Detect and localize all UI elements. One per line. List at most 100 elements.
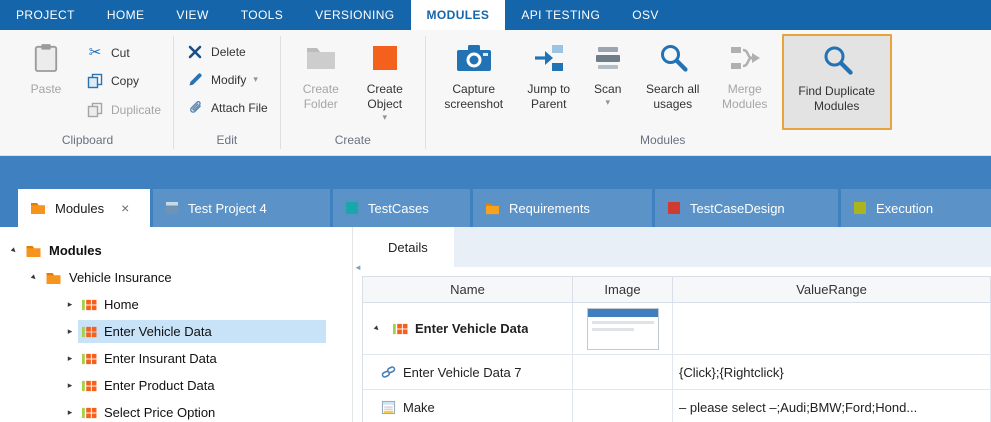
testcasedesign-icon bbox=[667, 201, 681, 215]
tree-item-modules-root[interactable]: ▸ Modules bbox=[0, 237, 352, 264]
row-name: Enter Vehicle Data 7 bbox=[403, 365, 522, 380]
capture-screenshot-label: Capture screenshot bbox=[434, 82, 514, 112]
delete-label: Delete bbox=[211, 45, 246, 59]
column-header-name[interactable]: Name bbox=[363, 277, 573, 303]
menu-osv[interactable]: OSV bbox=[616, 0, 675, 30]
tab-modules[interactable]: Modules × bbox=[18, 189, 150, 227]
expand-arrow-icon[interactable]: ▸ bbox=[62, 353, 78, 364]
find-duplicate-modules-button[interactable]: Find Duplicate Modules bbox=[782, 34, 892, 130]
paste-icon bbox=[33, 38, 59, 78]
modify-icon bbox=[186, 72, 204, 87]
duplicate-label: Duplicate bbox=[111, 103, 161, 117]
tree-item-enter-vehicle-data[interactable]: ▸ Enter Vehicle Data bbox=[0, 318, 352, 345]
tab-testcasedesign[interactable]: TestCaseDesign bbox=[655, 189, 838, 227]
image-cell bbox=[573, 355, 673, 390]
search-all-usages-button[interactable]: Search all usages bbox=[638, 34, 708, 130]
ribbon-group-create: Create Folder Create Object ▾ Create bbox=[281, 30, 425, 155]
menu-project[interactable]: PROJECT bbox=[0, 0, 91, 30]
capture-screenshot-button[interactable]: Capture screenshot bbox=[434, 34, 514, 130]
project-icon bbox=[165, 201, 179, 215]
menu-home[interactable]: HOME bbox=[91, 0, 161, 30]
tree-item-select-price-option[interactable]: ▸ Select Price Option bbox=[0, 399, 352, 422]
module-icon bbox=[81, 379, 97, 393]
tab-details[interactable]: Details bbox=[362, 227, 454, 267]
testcases-icon bbox=[345, 201, 359, 215]
modify-button[interactable]: Modify ▾ bbox=[182, 70, 272, 89]
expand-arrow-icon[interactable]: ▸ bbox=[62, 380, 78, 391]
collapse-panel-icon[interactable]: ◄ bbox=[354, 263, 362, 272]
ribbon-group-clipboard: Paste ✂ Cut Copy bbox=[2, 30, 173, 155]
close-icon[interactable]: × bbox=[121, 200, 129, 216]
row-valuerange: – please select –;Audi;BMW;Ford;Hond... bbox=[679, 400, 917, 415]
module-icon bbox=[81, 406, 97, 420]
workspace-band: Modules × Test Project 4 TestCases Requ bbox=[0, 156, 991, 227]
cut-label: Cut bbox=[111, 46, 130, 60]
duplicate-button[interactable]: Duplicate bbox=[82, 100, 165, 120]
panel-splitter[interactable]: ◄ bbox=[352, 227, 362, 422]
attach-file-icon bbox=[186, 100, 204, 115]
create-object-icon bbox=[370, 38, 400, 78]
tree-item-vehicle-insurance[interactable]: ▸ Vehicle Insurance bbox=[0, 264, 352, 291]
table-row[interactable]: Enter Vehicle Data 7 {Click};{Rightclick… bbox=[363, 355, 991, 390]
table-row[interactable]: ▸ Enter Vehicle Data bbox=[363, 303, 991, 355]
main-content: ▸ Modules ▸ Vehicle Insurance bbox=[0, 227, 991, 422]
expand-arrow-icon[interactable]: ▸ bbox=[4, 241, 23, 260]
camera-icon bbox=[456, 38, 492, 78]
ribbon: Paste ✂ Cut Copy bbox=[0, 30, 991, 156]
expand-arrow-icon[interactable]: ▸ bbox=[367, 319, 386, 338]
paste-button[interactable]: Paste bbox=[10, 34, 82, 130]
column-header-valuerange[interactable]: ValueRange bbox=[673, 277, 991, 303]
create-folder-button[interactable]: Create Folder bbox=[289, 34, 353, 130]
jump-to-parent-button[interactable]: Jump to Parent bbox=[520, 34, 578, 130]
menu-view[interactable]: VIEW bbox=[160, 0, 224, 30]
tab-label: TestCases bbox=[368, 201, 429, 216]
jump-to-parent-label: Jump to Parent bbox=[520, 82, 578, 112]
tab-requirements[interactable]: Requirements bbox=[473, 189, 652, 227]
scan-icon bbox=[593, 38, 623, 78]
valuerange-cell: – please select –;Audi;BMW;Ford;Hond... bbox=[673, 390, 991, 422]
tab-label: Test Project 4 bbox=[188, 201, 267, 216]
merge-modules-icon bbox=[729, 38, 761, 78]
cut-button[interactable]: ✂ Cut bbox=[82, 43, 165, 62]
expand-arrow-icon[interactable]: ▸ bbox=[62, 326, 78, 337]
table-row[interactable]: Make – please select –;Audi;BMW;Ford;Hon… bbox=[363, 390, 991, 422]
tab-execution[interactable]: Execution bbox=[841, 189, 991, 227]
create-object-button[interactable]: Create Object ▾ bbox=[353, 34, 417, 130]
folder-icon bbox=[45, 271, 62, 285]
expand-arrow-icon[interactable]: ▸ bbox=[62, 299, 78, 310]
tab-testcases[interactable]: TestCases bbox=[333, 189, 470, 227]
copy-icon bbox=[86, 73, 104, 89]
menu-modules[interactable]: MODULES bbox=[411, 0, 506, 30]
expand-arrow-icon[interactable]: ▸ bbox=[24, 268, 43, 287]
copy-label: Copy bbox=[111, 74, 139, 88]
image-cell bbox=[573, 303, 673, 355]
module-icon bbox=[81, 298, 97, 312]
modules-tree: ▸ Modules ▸ Vehicle Insurance bbox=[0, 227, 352, 422]
column-header-image[interactable]: Image bbox=[573, 277, 673, 303]
menu-tools[interactable]: TOOLS bbox=[225, 0, 299, 30]
expand-arrow-icon[interactable]: ▸ bbox=[62, 407, 78, 418]
tab-label: TestCaseDesign bbox=[690, 201, 785, 216]
merge-modules-button[interactable]: Merge Modules bbox=[714, 34, 776, 130]
attach-file-button[interactable]: Attach File bbox=[182, 98, 272, 117]
tree-label: Select Price Option bbox=[104, 405, 215, 420]
merge-modules-label: Merge Modules bbox=[714, 82, 776, 112]
tab-label: Modules bbox=[55, 201, 104, 216]
tree-label: Enter Product Data bbox=[104, 378, 215, 393]
search-icon bbox=[657, 38, 689, 78]
tree-label: Vehicle Insurance bbox=[69, 270, 172, 285]
menu-api-testing[interactable]: API TESTING bbox=[505, 0, 616, 30]
tree-item-enter-insurant-data[interactable]: ▸ Enter Insurant Data bbox=[0, 345, 352, 372]
menu-versioning[interactable]: VERSIONING bbox=[299, 0, 410, 30]
modules-group-label: Modules bbox=[426, 130, 900, 154]
tree-item-home[interactable]: ▸ Home bbox=[0, 291, 352, 318]
tree-item-enter-product-data[interactable]: ▸ Enter Product Data bbox=[0, 372, 352, 399]
copy-button[interactable]: Copy bbox=[82, 71, 165, 91]
delete-button[interactable]: Delete bbox=[182, 43, 272, 61]
jump-to-parent-icon bbox=[533, 38, 565, 78]
scan-button[interactable]: Scan ▾ bbox=[584, 34, 632, 130]
requirements-folder-icon bbox=[485, 202, 500, 215]
ribbon-group-edit: Delete Modify ▾ Attach File bbox=[174, 30, 280, 155]
attach-file-label: Attach File bbox=[211, 101, 268, 115]
tab-test-project-4[interactable]: Test Project 4 bbox=[153, 189, 330, 227]
